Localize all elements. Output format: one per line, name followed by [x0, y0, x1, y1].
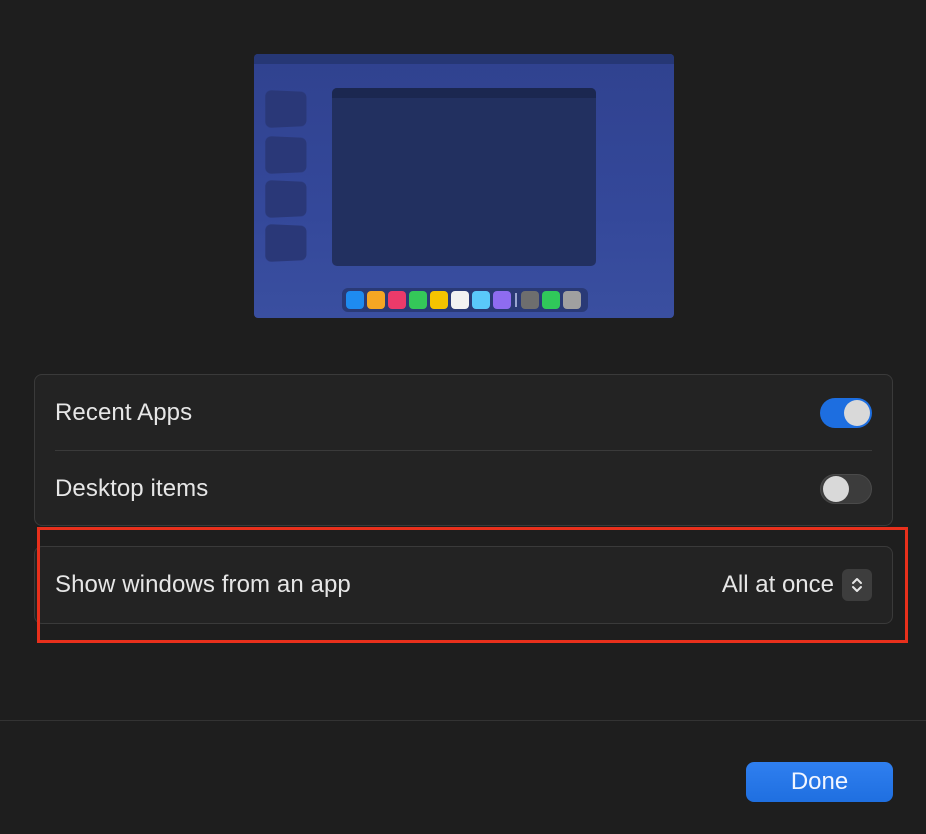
recent-apps-toggle[interactable] — [820, 398, 872, 428]
preview-stage-thumbnail — [265, 135, 307, 175]
desktop-items-toggle[interactable] — [820, 474, 872, 504]
dock-app-icon — [409, 291, 427, 309]
dock-app-icon — [542, 291, 560, 309]
show-windows-popup[interactable]: All at once — [722, 569, 872, 601]
preview-dock — [342, 288, 588, 312]
preview-stage-thumbnail — [265, 179, 307, 219]
recent-apps-row: Recent Apps — [55, 375, 872, 451]
preview-stage-thumbnail — [265, 223, 307, 263]
toggle-knob — [823, 476, 849, 502]
desktop-items-label: Desktop items — [55, 475, 209, 502]
show-windows-value: All at once — [721, 571, 834, 598]
stage-manager-preview — [254, 54, 674, 318]
dock-app-icon — [367, 291, 385, 309]
dock-app-icon — [472, 291, 490, 309]
dock-separator — [515, 293, 517, 307]
preview-main-window — [332, 88, 596, 266]
preview-window-titlebar — [332, 88, 596, 98]
dock-app-icon — [346, 291, 364, 309]
dock-app-icon — [521, 291, 539, 309]
dock-app-icon — [493, 291, 511, 309]
footer-divider — [0, 720, 926, 721]
dock-app-icon — [451, 291, 469, 309]
show-windows-label: Show windows from an app — [55, 571, 351, 598]
dock-app-icon — [563, 291, 581, 309]
preview-stage-thumbnail — [265, 89, 307, 129]
dock-app-icon — [388, 291, 406, 309]
stage-manager-settings-sheet: Recent Apps Desktop items Show windows f… — [0, 0, 926, 834]
recent-apps-label: Recent Apps — [55, 399, 193, 426]
settings-group-toggles: Recent Apps Desktop items — [34, 374, 893, 526]
toggle-knob — [844, 400, 870, 426]
show-windows-row: Show windows from an app All at once — [55, 547, 872, 623]
preview-menu-bar — [254, 54, 674, 64]
settings-group-windows: Show windows from an app All at once — [34, 546, 893, 624]
done-button[interactable]: Done — [746, 762, 893, 802]
dock-app-icon — [430, 291, 448, 309]
up-down-chevron-icon[interactable] — [842, 569, 872, 601]
desktop-items-row: Desktop items — [55, 451, 872, 527]
chevron-up-down-icon — [852, 578, 862, 592]
